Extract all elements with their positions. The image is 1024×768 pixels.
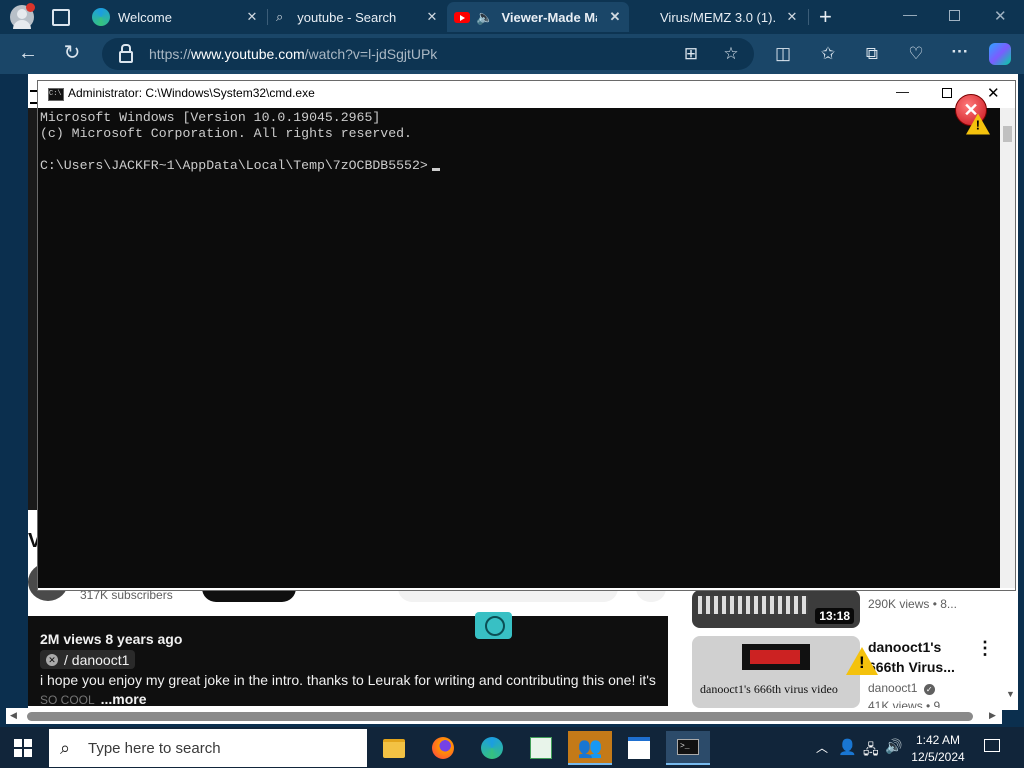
warning-icon: ! bbox=[846, 647, 878, 675]
more-menu-icon[interactable]: ··· bbox=[949, 42, 971, 64]
description-line-2: SO COOL ...more bbox=[40, 691, 147, 707]
clock-date: 12/5/2024 bbox=[911, 750, 965, 764]
firefox-icon bbox=[432, 737, 454, 759]
rec2-more-icon[interactable]: ⋮ bbox=[976, 638, 994, 659]
refresh-icon[interactable]: ↻ bbox=[61, 43, 83, 65]
tab-virus-zip[interactable]: Virus/MEMZ 3.0 (1).zip ✕ bbox=[631, 2, 806, 32]
console-cursor bbox=[432, 168, 440, 171]
cmd-maximize-icon[interactable] bbox=[942, 88, 952, 98]
collections-icon[interactable]: ⧉ bbox=[861, 44, 883, 66]
taskbar-firefox[interactable] bbox=[421, 731, 465, 765]
taskbar-window-app[interactable] bbox=[617, 731, 661, 765]
horizontal-scroll-thumb[interactable] bbox=[27, 712, 973, 721]
rec2-meta: 41K views • 9 bbox=[868, 699, 941, 708]
video-duration: 13:18 bbox=[815, 608, 854, 624]
recommended-thumbnail-1[interactable]: 13:18 bbox=[692, 590, 860, 628]
edge-icon bbox=[481, 737, 503, 759]
recommended-thumbnail-2[interactable]: danooct1's 666th virus video bbox=[692, 636, 860, 708]
tab-label: Welcome bbox=[118, 9, 172, 25]
cmd-scroll-thumb[interactable] bbox=[1003, 126, 1012, 142]
cmd-close-icon[interactable]: ✕ bbox=[987, 84, 1000, 102]
tray-people-icon[interactable]: 👤 bbox=[838, 738, 857, 756]
copilot-icon[interactable] bbox=[989, 43, 1011, 65]
scroll-left-arrow-icon[interactable]: ◀ bbox=[10, 710, 17, 721]
profile-avatar[interactable] bbox=[10, 3, 35, 29]
close-tab-icon[interactable]: ✕ bbox=[424, 9, 440, 25]
console-prompt: C:\Users\JACKFR~1\AppData\Local\Temp\7zO… bbox=[40, 158, 428, 173]
cmd-minimize-icon[interactable]: — bbox=[896, 84, 909, 99]
start-button[interactable] bbox=[14, 739, 32, 757]
favorite-star-icon[interactable]: ☆ bbox=[720, 44, 742, 66]
thumbnail-overlay-text: danooct1's 666th virus video bbox=[700, 682, 838, 696]
favorites-icon[interactable]: ✩ bbox=[817, 44, 839, 66]
close-tab-icon[interactable]: ✕ bbox=[607, 9, 623, 25]
taskbar-notepad[interactable] bbox=[519, 731, 563, 765]
verified-icon: ✓ bbox=[923, 684, 935, 695]
terminal-icon: >_ bbox=[677, 739, 699, 755]
back-icon[interactable]: ← bbox=[17, 43, 39, 65]
taskbar-edge[interactable] bbox=[470, 731, 514, 765]
cmd-title: Administrator: C:\Windows\System32\cmd.e… bbox=[68, 86, 315, 100]
taskbar-memz[interactable]: 👥 bbox=[568, 731, 612, 765]
scroll-down-arrow-icon[interactable]: ▼ bbox=[1006, 689, 1015, 699]
taskbar-file-explorer[interactable] bbox=[372, 731, 416, 765]
tab-separator bbox=[808, 9, 809, 25]
cmd-vertical-scrollbar[interactable] bbox=[1000, 108, 1015, 588]
edge-icon bbox=[92, 8, 110, 26]
clock-time: 1:42 AM bbox=[915, 733, 961, 747]
rec2-title[interactable]: danooct1's 666th Virus... bbox=[868, 637, 955, 677]
x-circle-icon: ✕ bbox=[46, 653, 58, 666]
scroll-right-arrow-icon[interactable]: ▶ bbox=[989, 710, 996, 721]
folder-icon bbox=[383, 738, 405, 758]
minimize-icon[interactable]: — bbox=[903, 6, 917, 22]
tab-actions-icon[interactable] bbox=[52, 9, 70, 26]
tab-youtube-search[interactable]: ⌕ youtube - Search ✕ bbox=[270, 2, 446, 32]
tab-label: Viewer-Made Ma bbox=[501, 9, 598, 25]
show-hidden-icons-icon[interactable]: ︿ bbox=[816, 739, 828, 756]
browser-essentials-icon[interactable]: ♡ bbox=[905, 44, 927, 66]
restore-icon[interactable] bbox=[949, 10, 960, 21]
taskbar-clock[interactable]: 1:42 AM 12/5/2024 bbox=[900, 732, 976, 766]
cmd-app-icon: C:\ bbox=[48, 88, 64, 101]
console-line-1: Microsoft Windows [Version 10.0.19045.29… bbox=[40, 110, 381, 125]
network-icon[interactable]: 🖧 bbox=[863, 739, 879, 763]
tab-label: Virus/MEMZ 3.0 (1).zip bbox=[660, 9, 776, 25]
rec2-channel[interactable]: danooct1 ✓ bbox=[868, 681, 935, 695]
cmd-console[interactable] bbox=[38, 108, 1000, 588]
tab-welcome[interactable]: Welcome ✕ bbox=[88, 2, 266, 32]
views-and-date: 2M views 8 years ago bbox=[40, 631, 183, 647]
channel-handle-chip[interactable]: ✕ / danooct1 bbox=[40, 650, 136, 669]
console-line-2: (c) Microsoft Corporation. All rights re… bbox=[40, 126, 412, 141]
lock-shackle-icon bbox=[121, 44, 131, 52]
url-text[interactable]: https://www.youtube.com/watch?v=l-jdSgjt… bbox=[149, 46, 437, 62]
lock-icon[interactable] bbox=[119, 51, 133, 63]
show-more-link[interactable]: ...more bbox=[101, 691, 147, 707]
split-screen-icon[interactable]: ◫ bbox=[772, 44, 794, 66]
speaker-icon[interactable]: 🔈 bbox=[476, 9, 493, 26]
tab-label: youtube - Search bbox=[297, 9, 397, 25]
app-available-icon[interactable]: ⊞ bbox=[680, 44, 702, 66]
app-window-icon bbox=[628, 737, 650, 759]
description-line-1: i hope you enjoy my great joke in the in… bbox=[40, 672, 656, 688]
memz-blob-icon bbox=[475, 612, 512, 639]
close-window-icon[interactable]: ✕ bbox=[994, 7, 1007, 25]
new-tab-icon[interactable]: + bbox=[819, 4, 832, 30]
close-tab-icon[interactable]: ✕ bbox=[244, 9, 260, 25]
notepad-icon bbox=[530, 737, 552, 759]
channel-handle: / danooct1 bbox=[64, 651, 130, 668]
tab-separator bbox=[267, 9, 268, 25]
youtube-icon bbox=[454, 11, 470, 23]
tab-viewer-made[interactable]: 🔈 Viewer-Made Ma ✕ bbox=[447, 2, 629, 32]
taskbar-cmd[interactable]: >_ bbox=[666, 731, 710, 765]
notifications-icon[interactable] bbox=[984, 739, 1000, 752]
close-tab-icon[interactable]: ✕ bbox=[784, 9, 800, 25]
search-icon: ⌕ bbox=[60, 738, 71, 758]
search-placeholder: Type here to search bbox=[88, 740, 221, 757]
rec1-views: 290K views • 8... bbox=[868, 597, 957, 611]
warning-icon: ! bbox=[966, 113, 990, 135]
people-icon: 👥 bbox=[577, 736, 603, 759]
search-icon: ⌕ bbox=[276, 9, 284, 24]
